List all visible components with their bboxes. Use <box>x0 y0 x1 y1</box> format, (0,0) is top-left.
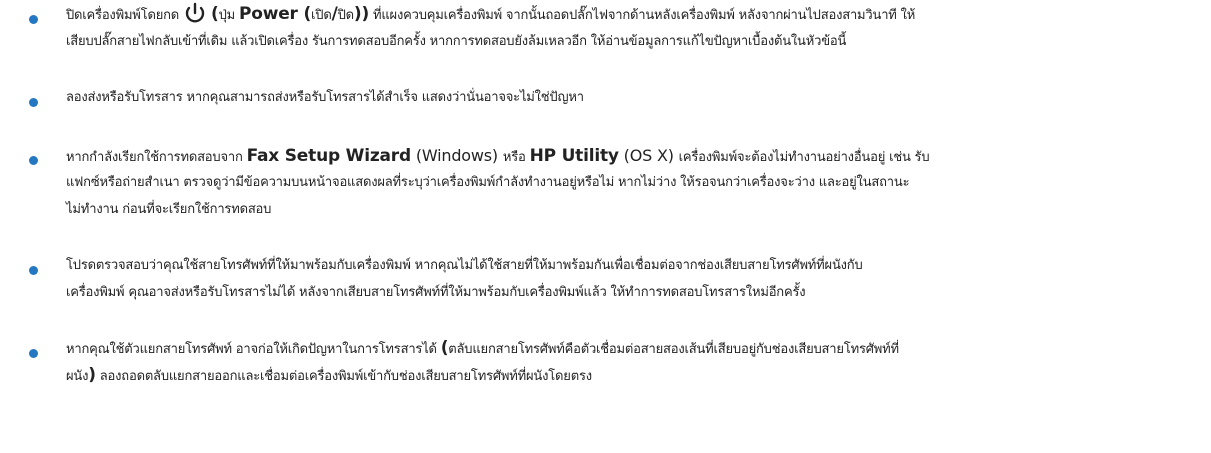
power-icon <box>185 2 205 23</box>
text-segment: เปิด <box>311 8 332 23</box>
hp-utility-label: HP Utility <box>529 146 619 166</box>
text-line: เครื่องพิมพ์ คุณอาจส่งหรือรับโทรสารไม่ได… <box>66 285 806 300</box>
text-line: หากกำลังเรียกใช้การทดสอบจาก Fax Setup Wi… <box>66 142 1206 169</box>
os-label: (Windows) <box>410 146 503 165</box>
fax-setup-wizard-label: Fax Setup Wizard <box>246 146 412 166</box>
text-line: โปรดตรวจสอบว่าคุณใช้สายโทรศัพท์ที่ให้มาพ… <box>66 258 863 273</box>
text-segment: เครื่องพิมพ์จะต้องไม่ทำงานอย่างอื่นอยู่ … <box>678 150 930 165</box>
bullet <box>29 349 38 358</box>
paren: )) <box>353 4 370 24</box>
paren: ) <box>88 365 96 385</box>
text-segment: ปิดเครื่องพิมพ์โดยกด <box>66 8 180 23</box>
list-item-text: ลองส่งหรือรับโทรสาร หากคุณสามารถส่งหรือร… <box>66 84 1206 111</box>
text-segment: หากกำลังเรียกใช้การทดสอบจาก <box>66 150 247 165</box>
list-item-text: ปิดเครื่องพิมพ์โดยกด (ปุ่ม Power (เปิด/ปิ… <box>66 1 1206 55</box>
os-label: (OS X) <box>618 146 679 165</box>
text-segment: หรือ <box>502 150 530 165</box>
list-item-text: หากกำลังเรียกใช้การทดสอบจาก Fax Setup Wi… <box>66 142 1206 223</box>
fax-troubleshooting-list: ปิดเครื่องพิมพ์โดยกด (ปุ่ม Power (เปิด/ปิ… <box>0 0 1211 453</box>
text-line: ลองส่งหรือรับโทรสาร หากคุณสามารถส่งหรือร… <box>66 90 584 105</box>
text-segment: ผนัง <box>66 369 89 384</box>
bullet <box>29 15 38 24</box>
text-segment: หากคุณใช้ตัวแยกสายโทรศัพท์ อาจก่อให้เกิด… <box>66 342 441 357</box>
text-line: หากคุณใช้ตัวแยกสายโทรศัพท์ อาจก่อให้เกิด… <box>66 335 1206 362</box>
text-segment: ปิด <box>337 8 355 23</box>
text-line: แฟกซ์หรือถ่ายสำเนา ตรวจดูว่ามีข้อความบนห… <box>66 175 910 190</box>
bullet <box>29 266 38 275</box>
text-segment: ที่แผงควบคุมเครื่องพิมพ์ จากนั้นถอดปลั๊ก… <box>369 8 916 23</box>
text-line: ปิดเครื่องพิมพ์โดยกด (ปุ่ม Power (เปิด/ปิ… <box>66 1 1206 28</box>
paren: ( <box>211 4 219 24</box>
text-line: ไม่ทำงาน ก่อนที่จะเรียกใช้การทดสอบ <box>66 202 272 217</box>
text-segment: ตลับแยกสายโทรศัพท์คือตัวเชื่อมต่อสายสองเ… <box>448 342 899 357</box>
list-item-text: หากคุณใช้ตัวแยกสายโทรศัพท์ อาจก่อให้เกิด… <box>66 335 1206 389</box>
text-line: ผนัง) ลองถอดตลับแยกสายออกและเชื่อมต่อเคร… <box>66 362 1206 389</box>
power-button-label: Power <box>238 4 298 24</box>
bullet <box>29 98 38 107</box>
text-line: เสียบปลั๊กสายไฟกลับเข้าที่เดิม แล้วเปิดเ… <box>66 34 847 49</box>
text-segment: ลองถอดตลับแยกสายออกและเชื่อมต่อเครื่องพิ… <box>95 369 592 384</box>
text-segment: ปุ่ม <box>218 8 239 23</box>
list-item-text: โปรดตรวจสอบว่าคุณใช้สายโทรศัพท์ที่ให้มาพ… <box>66 252 1206 306</box>
bullet <box>29 156 38 165</box>
paren: ( <box>297 4 312 24</box>
